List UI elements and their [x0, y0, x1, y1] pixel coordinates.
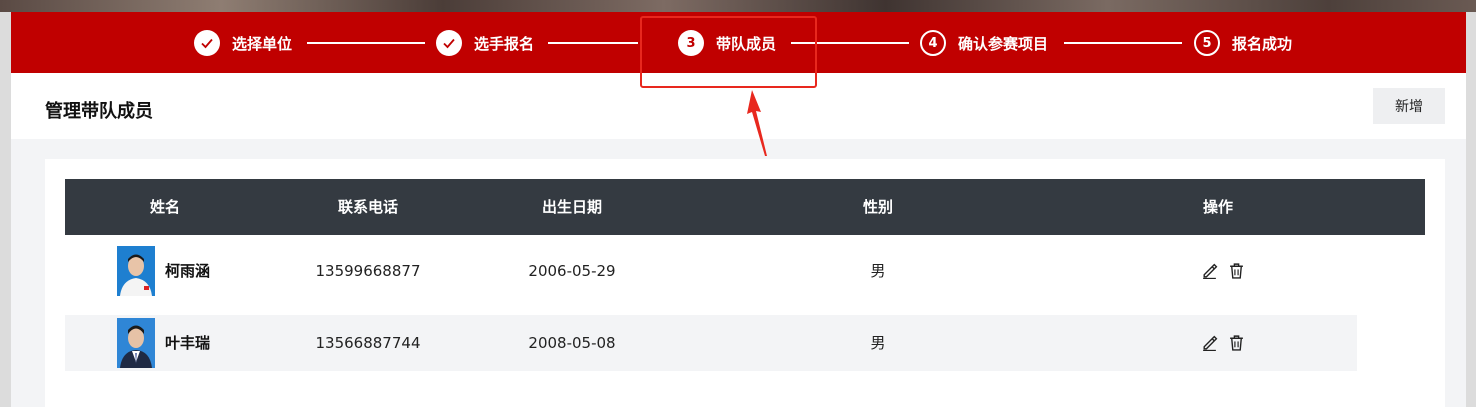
table-header: 姓名 联系电话 出生日期 性别 操作: [65, 179, 1425, 235]
step-connector: [307, 42, 425, 44]
table-row: 柯雨涵 13599668877 2006-05-29 男: [65, 243, 1357, 299]
member-gender: 男: [870, 334, 886, 352]
step-number: 4: [920, 30, 946, 56]
step-select-unit[interactable]: 选择单位: [194, 29, 292, 57]
column-header-name: 姓名: [149, 198, 181, 216]
step-label: 选择单位: [232, 34, 293, 53]
step-number: 5: [1194, 30, 1220, 56]
step-athlete-registration[interactable]: 选手报名: [436, 29, 534, 57]
row-actions: [1201, 262, 1245, 279]
check-icon: [194, 30, 220, 56]
edit-icon[interactable]: [1201, 262, 1218, 279]
member-gender: 男: [870, 262, 886, 280]
step-label: 选手报名: [474, 34, 535, 53]
step-connector: [548, 42, 638, 44]
delete-icon[interactable]: [1228, 262, 1245, 279]
step-label: 报名成功: [1232, 34, 1293, 53]
member-name: 柯雨涵: [165, 262, 211, 280]
member-phone: 13566887744: [315, 334, 421, 352]
content-area: 姓名 联系电话 出生日期 性别 操作 柯雨涵 13599668877 2006-…: [11, 139, 1466, 407]
annotation-arrow-icon: [747, 90, 767, 156]
annotation-highlight-box: [640, 16, 817, 88]
member-phone: 13599668877: [315, 262, 421, 280]
column-header-birth: 出生日期: [541, 198, 603, 216]
banner-photo-strip: [0, 0, 1476, 12]
table-row: 叶丰瑞 13566887744 2008-05-08 男: [65, 315, 1357, 371]
row-actions: [1201, 334, 1245, 351]
members-card: 姓名 联系电话 出生日期 性别 操作 柯雨涵 13599668877 2006-…: [45, 159, 1445, 407]
step-registration-success[interactable]: 5 报名成功: [1194, 29, 1292, 57]
member-birth-date: 2006-05-29: [528, 262, 616, 280]
avatar: [117, 318, 155, 368]
delete-icon[interactable]: [1228, 334, 1245, 351]
column-header-gender: 性别: [862, 198, 894, 216]
edit-icon[interactable]: [1201, 334, 1218, 351]
step-label: 确认参赛项目: [958, 34, 1049, 53]
member-birth-date: 2008-05-08: [528, 334, 616, 352]
check-icon: [436, 30, 462, 56]
member-name: 叶丰瑞: [165, 334, 211, 352]
column-header-phone: 联系电话: [337, 198, 399, 216]
step-confirm-events[interactable]: 4 确认参赛项目: [920, 29, 1048, 57]
column-header-actions: 操作: [1202, 198, 1234, 216]
add-member-button[interactable]: 新增: [1373, 88, 1445, 124]
step-connector: [1064, 42, 1182, 44]
page-title: 管理带队成员: [45, 101, 153, 122]
avatar: [117, 246, 155, 296]
